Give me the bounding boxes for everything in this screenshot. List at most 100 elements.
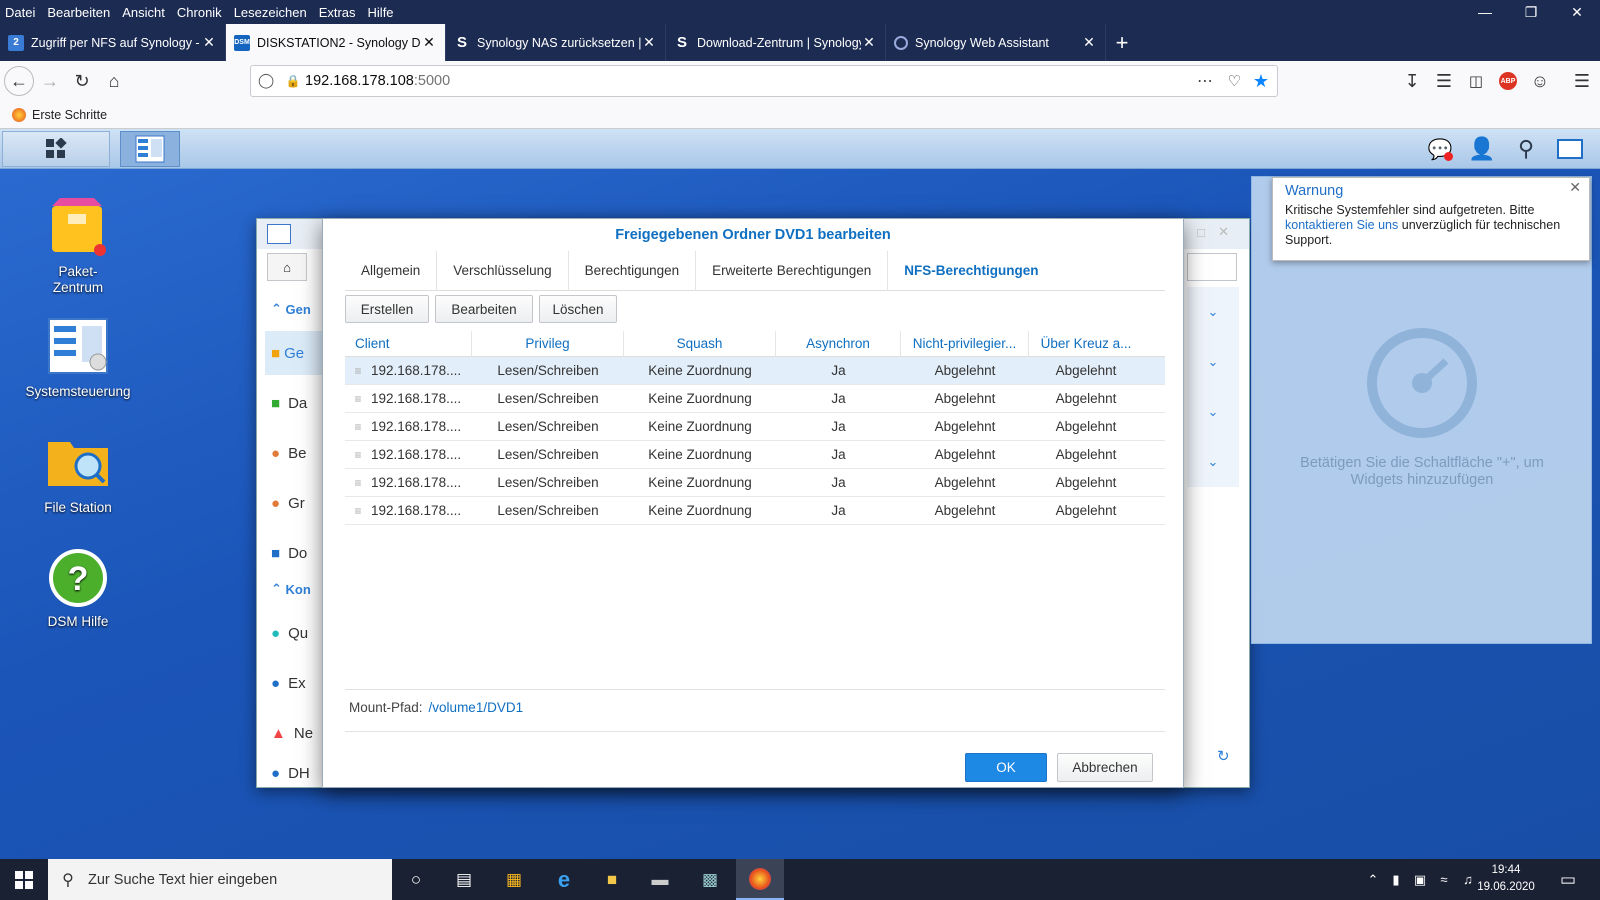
section-header[interactable]: ⌃ Gen xyxy=(271,287,311,331)
new-tab-button[interactable]: + xyxy=(1106,24,1138,61)
home-button[interactable]: ⌂ xyxy=(267,253,307,281)
column-header-client[interactable]: Client xyxy=(345,330,472,357)
notifications-icon[interactable]: 💬 xyxy=(1424,133,1456,165)
sidebar-item[interactable]: ● Be xyxy=(271,431,306,475)
store-icon[interactable]: ▦ xyxy=(490,859,538,900)
chevron-down-icon[interactable]: ⌄ xyxy=(1187,387,1239,437)
menu-lesezeichen[interactable]: Lesezeichen xyxy=(228,5,313,20)
task-view-icon[interactable]: ▤ xyxy=(440,859,488,900)
reload-button[interactable]: ↻ xyxy=(66,65,98,97)
file-explorer-icon[interactable]: ■ xyxy=(588,859,636,900)
menu-datei[interactable]: Datei xyxy=(0,5,41,20)
table-row[interactable]: ≡ 192.168.178.... Lesen/Schreiben Keine Zuo… xyxy=(345,441,1165,469)
menu-chronik[interactable]: Chronik xyxy=(171,5,228,20)
chevron-down-icon[interactable]: ⌄ xyxy=(1187,287,1239,337)
tab-nfs-zugriff[interactable]: 2 Zugriff per NFS auf Synology - ✕ xyxy=(0,24,226,61)
drag-handle-icon[interactable]: ≡ xyxy=(345,420,371,434)
close-icon[interactable]: ✕ xyxy=(1218,224,1229,240)
library-icon[interactable]: ☰ xyxy=(1428,65,1460,97)
search-icon[interactable]: ⚲ xyxy=(1510,133,1542,165)
sidebar-item[interactable]: ▲ Ne xyxy=(271,711,313,755)
table-row[interactable]: ≡ 192.168.178.... Lesen/Schreiben Keine Zuo… xyxy=(345,413,1165,441)
desktop-icon-dsm-hilfe[interactable]: ? DSM Hilfe xyxy=(18,546,138,629)
edit-button[interactable]: Bearbeiten xyxy=(435,295,533,323)
create-button[interactable]: Erstellen xyxy=(345,295,429,323)
page-actions-icon[interactable]: ⋯ xyxy=(1197,71,1213,91)
close-tab-icon[interactable]: ✕ xyxy=(641,34,657,51)
search-field[interactable] xyxy=(1187,253,1237,281)
sidebar-item[interactable]: ● Gr xyxy=(271,481,305,525)
table-row[interactable]: ≡ 192.168.178.... Lesen/Schreiben Keine Zuo… xyxy=(345,385,1165,413)
column-header-ueber-kreuz[interactable]: Über Kreuz a... xyxy=(1029,331,1143,357)
tab-web-assistant[interactable]: Synology Web Assistant ✕ xyxy=(886,24,1106,61)
windows-start-icon[interactable] xyxy=(0,859,48,900)
menu-extras[interactable]: Extras xyxy=(313,5,362,20)
forward-button[interactable]: → xyxy=(34,65,66,97)
account-icon[interactable]: ☺ xyxy=(1524,65,1556,97)
delete-button[interactable]: Löschen xyxy=(539,295,617,323)
restore-icon[interactable]: ❐ xyxy=(1508,0,1554,24)
sidebar-item[interactable]: ■ Ge xyxy=(265,331,325,375)
column-header-squash[interactable]: Squash xyxy=(624,330,776,357)
home-button[interactable]: ⌂ xyxy=(98,65,130,97)
back-button[interactable]: ← xyxy=(4,66,34,96)
sidebar-item[interactable]: ● Qu xyxy=(271,611,308,655)
column-header-privileg[interactable]: Privileg xyxy=(472,330,624,357)
bookmark-erste-schritte[interactable]: Erste Schritte xyxy=(32,108,107,122)
firefox-taskbar-icon[interactable] xyxy=(736,859,784,900)
network-icon[interactable]: ▣ xyxy=(1408,859,1432,900)
close-tab-icon[interactable]: ✕ xyxy=(421,34,437,51)
tab-allgemein[interactable]: Allgemein xyxy=(345,250,438,291)
action-center-icon[interactable]: ▭ xyxy=(1544,859,1592,900)
close-tab-icon[interactable]: ✕ xyxy=(201,34,217,51)
drag-handle-icon[interactable]: ≡ xyxy=(345,364,371,378)
section-header[interactable]: ⌃ Kon xyxy=(271,567,311,611)
close-tab-icon[interactable]: ✕ xyxy=(1081,34,1097,51)
widgets-toggle-icon[interactable] xyxy=(1554,133,1586,165)
column-header-nicht-privilegiert[interactable]: Nicht-privilegier... xyxy=(901,330,1029,357)
refresh-icon[interactable]: ↻ xyxy=(1217,747,1230,765)
desktop-icon-file-station[interactable]: File Station xyxy=(18,432,138,515)
drag-handle-icon[interactable]: ≡ xyxy=(345,504,371,518)
desktop-icon-systemsteuerung[interactable]: Systemsteuerung xyxy=(18,316,138,399)
sidebar-item[interactable]: ■ Da xyxy=(271,381,307,425)
chevron-down-icon[interactable]: ⌄ xyxy=(1187,337,1239,387)
sidebar-item[interactable]: ● DH xyxy=(271,751,310,795)
show-hidden-icons[interactable]: ⌃ xyxy=(1362,859,1384,900)
adblock-icon[interactable]: ABP xyxy=(1492,65,1524,97)
downloads-icon[interactable]: ↧ xyxy=(1396,65,1428,97)
bookmark-star-icon[interactable]: ★ xyxy=(1253,71,1269,92)
tab-berechtigungen[interactable]: Berechtigungen xyxy=(569,250,697,291)
control-panel-taskbar-button[interactable] xyxy=(120,131,180,167)
table-row[interactable]: ≡ 192.168.178.... Lesen/Schreiben Keine Zuo… xyxy=(345,357,1165,385)
system-clock[interactable]: 19:44 19.06.2020 xyxy=(1470,862,1542,896)
battery-icon[interactable]: ▮ xyxy=(1384,859,1408,900)
minimize-icon[interactable]: — xyxy=(1462,0,1508,24)
hamburger-menu-icon[interactable]: ☰ xyxy=(1566,65,1598,97)
edge-icon[interactable]: e xyxy=(540,859,588,900)
close-window-icon[interactable]: ✕ xyxy=(1554,0,1600,24)
menu-ansicht[interactable]: Ansicht xyxy=(116,5,171,20)
pocket-icon[interactable]: ♡ xyxy=(1228,72,1241,90)
tab-nfs-berechtigungen[interactable]: NFS-Berechtigungen xyxy=(888,251,1054,291)
cancel-button[interactable]: Abbrechen xyxy=(1057,753,1153,782)
sidebar-item[interactable]: ● Ex xyxy=(271,661,306,705)
contact-link[interactable]: kontaktieren Sie uns xyxy=(1285,218,1398,232)
drag-handle-icon[interactable]: ≡ xyxy=(345,476,371,490)
user-icon[interactable]: 👤 xyxy=(1466,133,1498,165)
tab-nas-reset[interactable]: S Synology NAS zurücksetzen | S ✕ xyxy=(446,24,666,61)
tab-erweiterte-berechtigungen[interactable]: Erweiterte Berechtigungen xyxy=(696,250,889,291)
ok-button[interactable]: OK xyxy=(965,753,1047,782)
shield-icon[interactable]: ◯ xyxy=(251,73,281,89)
desktop-icon-paket-zentrum[interactable]: Paket- Zentrum xyxy=(18,196,138,296)
drag-handle-icon[interactable]: ≡ xyxy=(345,448,371,462)
close-tab-icon[interactable]: ✕ xyxy=(861,34,877,51)
tab-verschluesselung[interactable]: Verschlüsselung xyxy=(437,250,569,291)
tab-diskstation[interactable]: DSM DISKSTATION2 - Synology DiskS ✕ xyxy=(226,24,446,61)
insecure-lock-icon[interactable]: 🔒 xyxy=(281,74,305,88)
maximize-icon[interactable]: □ xyxy=(1197,225,1205,240)
cortana-icon[interactable]: ○ xyxy=(392,859,440,900)
column-header-asynchron[interactable]: Asynchron xyxy=(776,330,901,357)
chevron-down-icon[interactable]: ⌄ xyxy=(1187,437,1239,487)
sidebar-icon[interactable]: ◫ xyxy=(1460,65,1492,97)
